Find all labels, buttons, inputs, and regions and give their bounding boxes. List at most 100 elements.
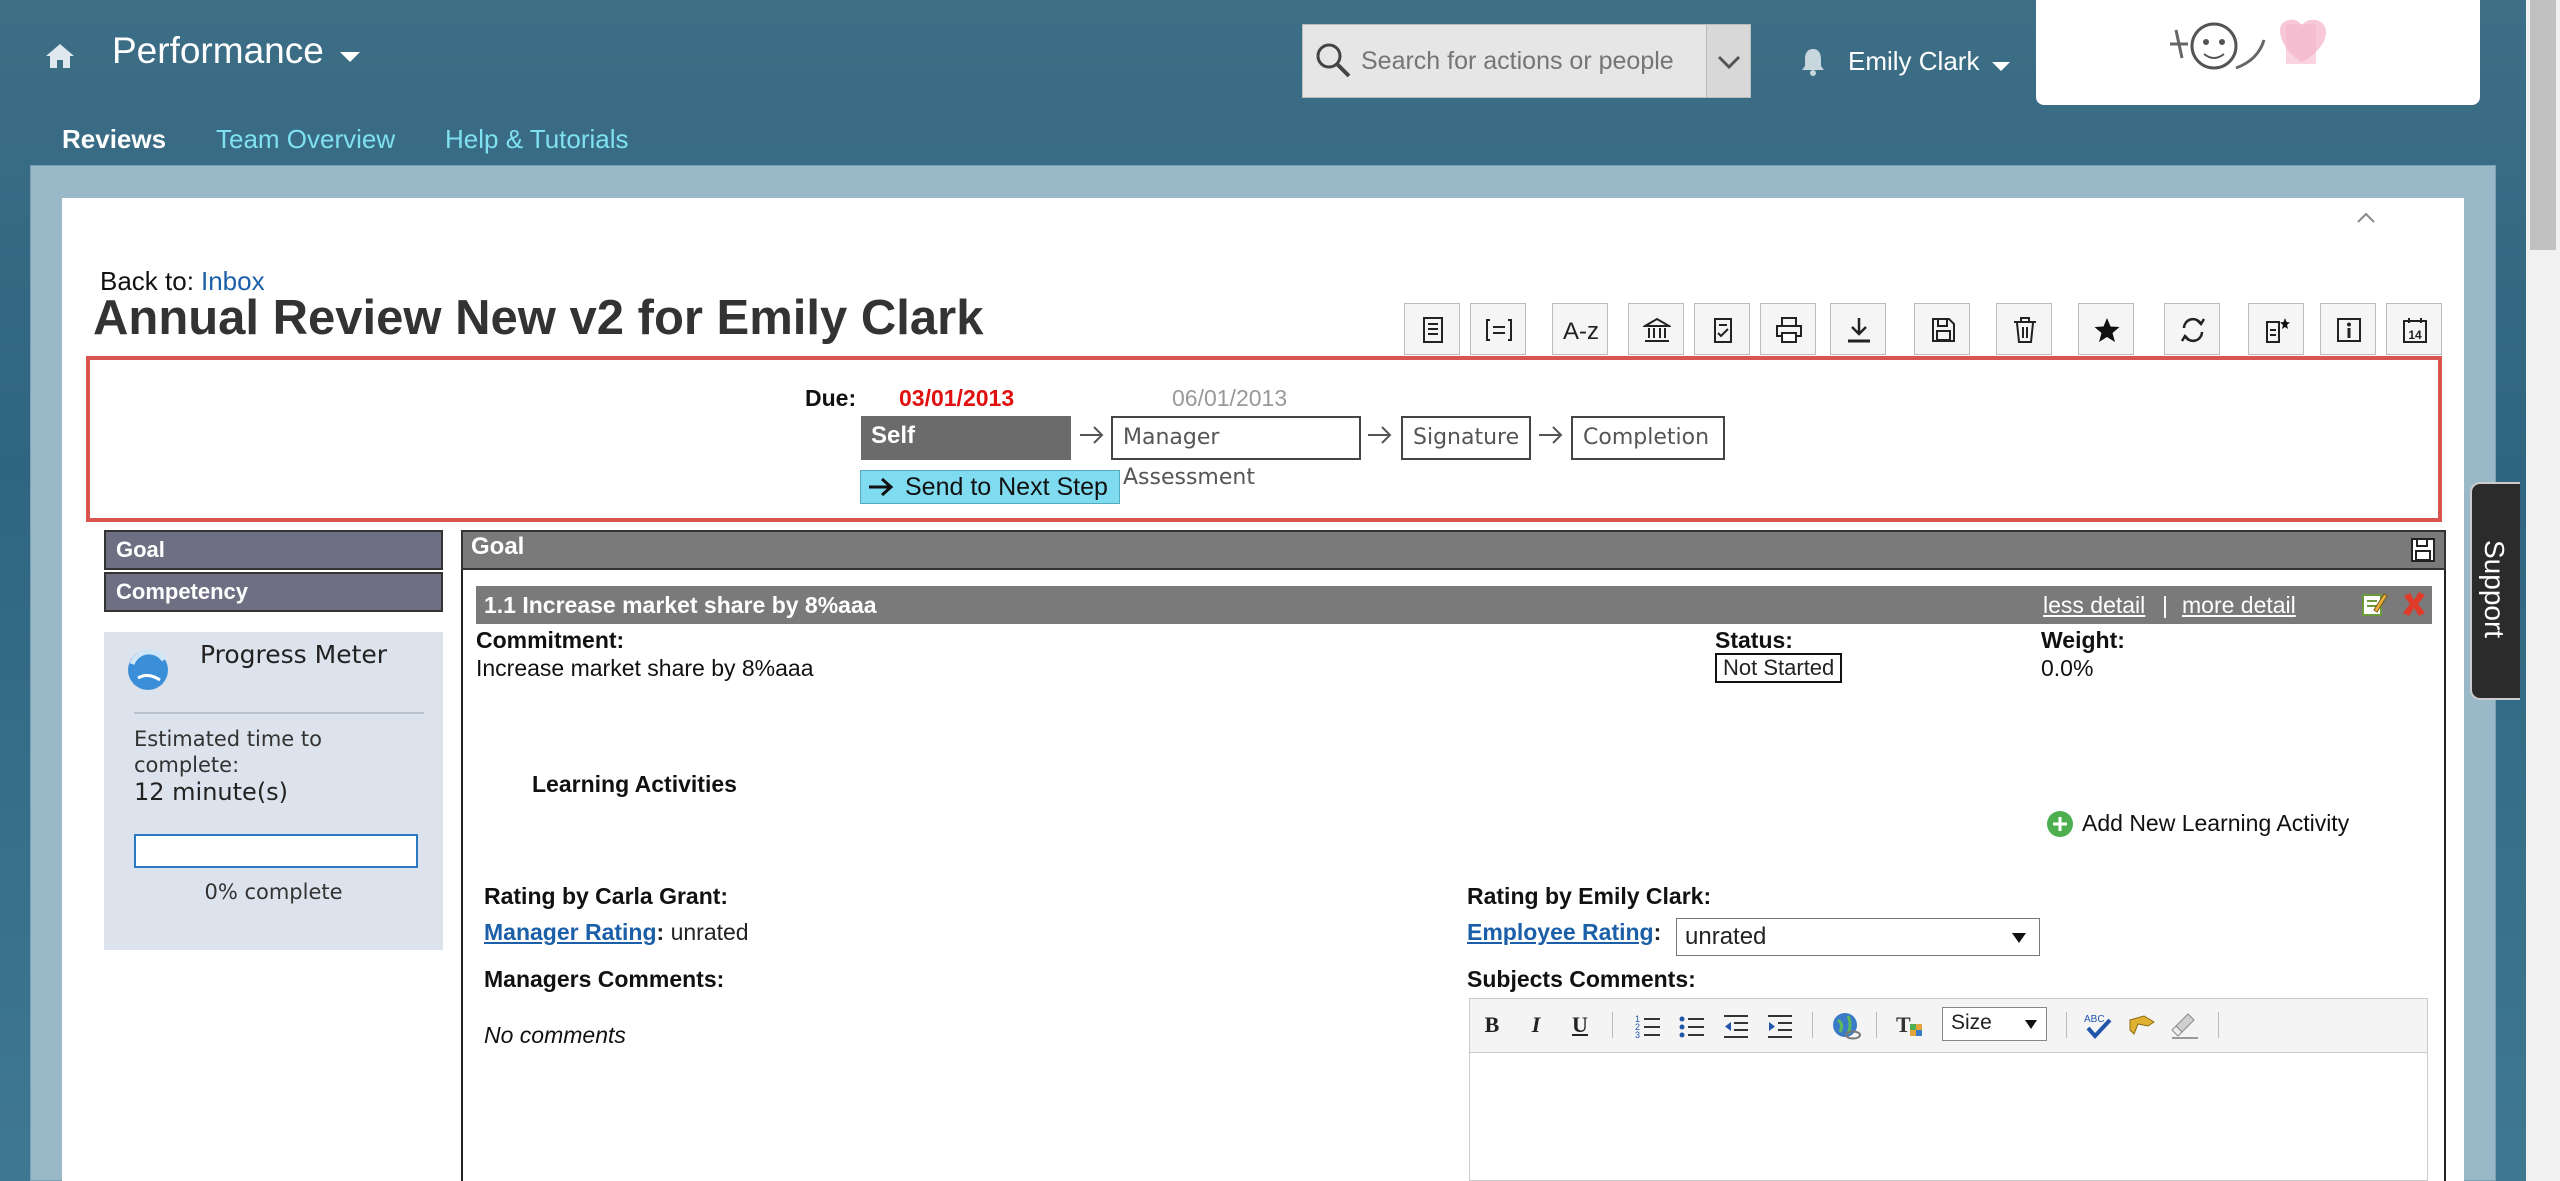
arrow-right-icon [869,477,894,497]
underline-icon[interactable]: U [1566,1010,1594,1040]
sidebar-item-competency[interactable]: Competency [104,572,443,612]
progress-bar [134,834,418,868]
info-button[interactable] [2320,303,2376,355]
link-separator: | [2162,592,2168,618]
due-label: Due: [805,385,857,411]
managers-comments-label: Managers Comments: [484,966,725,992]
refresh-icon [2180,317,2206,343]
favorite-button[interactable] [2078,303,2134,355]
nav-team-overview[interactable]: Team Overview [216,124,395,155]
calendar-button[interactable]: 14 [2386,303,2442,355]
text-color-icon[interactable]: T [1894,1010,1926,1042]
sidebar-item-goal[interactable]: Goal [104,530,443,570]
progress-percent: 0% complete [204,880,343,904]
less-detail-link[interactable]: less detail [2043,592,2145,619]
user-name[interactable]: Emily Clark [1848,46,1979,77]
bank-icon [1643,317,1671,342]
employee-rating-row: Employee Rating: [1467,919,1661,946]
clean-format-icon[interactable] [2170,1010,2202,1042]
support-label: Support [2479,540,2510,639]
step-completion: Completion [1571,416,1725,460]
dropdown-arrow-icon [2025,1020,2037,1029]
search-icon [1316,43,1351,78]
status-badge: Not Started [1715,653,1843,683]
document-icon [1423,317,1443,343]
document-button[interactable] [1404,303,1460,355]
app-menu-caret-icon[interactable] [340,52,360,62]
divider [2218,1012,2219,1038]
employee-rating-heading: Rating by Emily Clark: [1467,883,1712,909]
due-date-current: 03/01/2013 [899,385,1015,411]
step-manager-assessment: Manager Assessment [1111,416,1361,490]
send-to-next-step-label: Send to Next Step [905,473,1108,501]
refresh-button[interactable] [2164,303,2220,355]
scrollbar-thumb[interactable] [2530,0,2556,250]
collapse-caret-icon[interactable] [2356,208,2376,228]
send-to-next-step-button[interactable]: Send to Next Step [860,470,1120,504]
print-button[interactable] [1760,303,1816,355]
user-menu-caret-icon[interactable] [1992,62,2010,71]
arrow-right-icon [1539,426,1563,444]
star-icon [2094,318,2120,342]
edit-icon[interactable] [2360,590,2388,618]
step-signature: Signature [1401,416,1531,460]
employee-rating-select[interactable]: unrated [1676,918,2040,956]
arrow-right-icon [1080,426,1104,444]
estimate-label: Estimated time to complete: [134,727,322,777]
company-logo [2036,0,2480,105]
divider [1612,1012,1613,1038]
paste-word-icon[interactable] [2126,1010,2158,1042]
manager-rating-heading: Rating by Carla Grant: [484,883,729,909]
italic-icon[interactable]: I [1522,1010,1550,1040]
svg-text:ABC: ABC [2084,1014,2105,1025]
list-button[interactable] [1470,303,1526,355]
sort-az-button[interactable]: A-z [1552,303,1608,355]
svg-text:T: T [1896,1012,1911,1037]
download-button[interactable] [1830,303,1886,355]
app-title[interactable]: Performance [112,30,324,72]
save-button[interactable] [1914,303,1970,355]
indent-icon[interactable] [1766,1012,1794,1040]
nav-reviews[interactable]: Reviews [62,124,166,155]
manager-rating-value: unrated [670,919,749,945]
divider [1812,1012,1813,1038]
calendar-icon: 14 [2403,318,2427,343]
bell-icon[interactable] [1800,46,1826,76]
save-icon[interactable] [2410,536,2436,564]
print-icon [1776,317,1802,343]
add-learning-activity-link[interactable]: Add New Learning Activity [2082,810,2349,837]
learning-activities-title: Learning Activities [532,771,737,797]
search-input[interactable] [1355,24,1705,98]
link-globe-icon[interactable] [1830,1010,1862,1042]
delete-button[interactable] [1996,303,2052,355]
manager-rating-row: Manager Rating: unrated [484,919,749,946]
step-self-assessment: Self Assessment [861,416,1071,489]
new-document-button[interactable] [2248,303,2304,355]
commitment-value: Increase market share by 8%aaa [476,655,814,681]
checklist-button[interactable] [1694,303,1750,355]
subjects-comments-label: Subjects Comments: [1467,966,1696,992]
spellcheck-icon[interactable]: ABC [2082,1010,2114,1042]
home-icon[interactable] [44,42,76,70]
goal-section-header: Goal [461,530,2446,570]
bank-button[interactable] [1628,303,1684,355]
close-icon[interactable] [2400,590,2428,618]
info-icon [2337,318,2361,342]
employee-rating-link[interactable]: Employee Rating [1467,919,1654,945]
arrow-right-icon [1368,426,1392,444]
trash-icon [2014,317,2036,343]
nav-help-tutorials[interactable]: Help & Tutorials [445,124,629,155]
outdent-icon[interactable] [1722,1012,1750,1040]
plus-circle-icon[interactable] [2046,810,2074,838]
more-detail-link[interactable]: more detail [2182,592,2296,619]
calendar-number: 14 [2408,328,2422,342]
divider [2066,1012,2067,1038]
bullet-list-icon[interactable] [1678,1012,1706,1040]
estimate-value: 12 minute(s) [134,778,289,806]
search-dropdown-button[interactable] [1706,24,1751,98]
svg-text:3: 3 [1635,1030,1640,1040]
manager-rating-link[interactable]: Manager Rating [484,919,657,945]
numbered-list-icon[interactable]: 123 [1634,1012,1662,1040]
bold-icon[interactable]: B [1478,1010,1506,1040]
dropdown-arrow-icon [2012,933,2026,943]
